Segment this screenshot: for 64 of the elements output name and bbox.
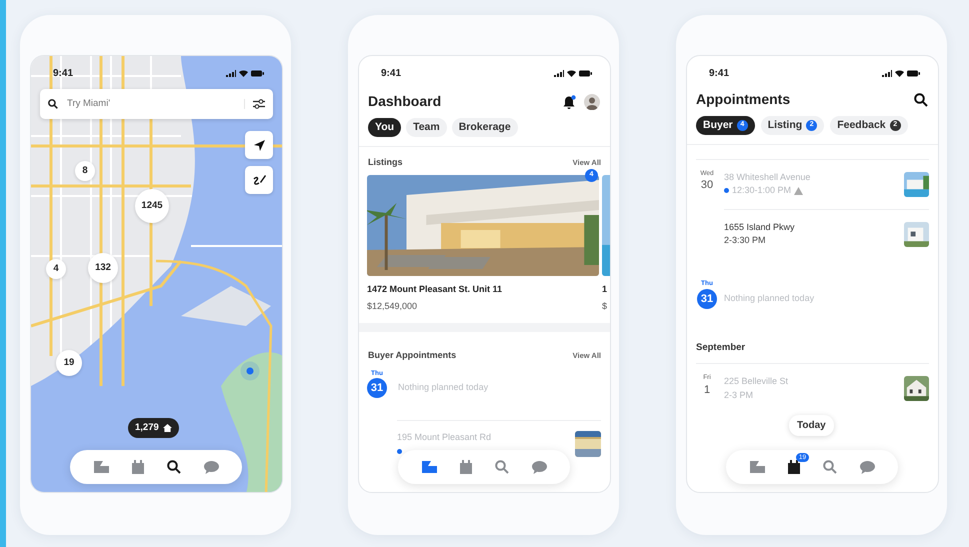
filter-tab[interactable]: You: [368, 118, 402, 137]
date-number: 30: [700, 179, 714, 192]
signal-icon: [226, 70, 236, 76]
blocks-icon[interactable]: [421, 460, 438, 474]
location-dot: [240, 361, 260, 381]
draw-icon: [252, 174, 266, 186]
blocks-icon[interactable]: [749, 460, 766, 474]
empty-message: Nothing planned today: [398, 380, 488, 394]
status-time: 9:41: [53, 66, 74, 80]
month-heading: September: [696, 309, 929, 364]
results-count[interactable]: 1,279: [128, 418, 179, 438]
location-button[interactable]: [245, 131, 273, 159]
battery-icon: [907, 70, 920, 76]
appointment-address: 1655 Island Pkwy: [724, 220, 795, 234]
appointment-address: 225 Belleville St: [724, 375, 788, 388]
screen-title: Appointments: [696, 90, 790, 109]
house-icon: [162, 424, 172, 432]
screen-title: Dashboard: [368, 92, 442, 111]
signal-icon: [554, 70, 564, 76]
status-time: 9:41: [381, 66, 402, 80]
count-text: 1,279: [135, 421, 159, 435]
chat-icon[interactable]: [532, 460, 547, 474]
tab-label: Feedback: [837, 119, 886, 132]
listing-title: 1: [602, 283, 608, 296]
listing-price: $12,549,000: [367, 300, 418, 313]
status-time: 9:41: [709, 66, 730, 80]
date-number: 31: [697, 289, 717, 310]
sliders-icon: [253, 99, 265, 109]
date-number: 1: [704, 384, 710, 398]
chat-icon[interactable]: [860, 460, 875, 474]
wifi-icon: [239, 70, 248, 76]
filter-tab[interactable]: Team: [406, 118, 447, 137]
arrow-icon: [254, 140, 264, 150]
blocks-icon[interactable]: [93, 460, 110, 474]
tab-label: Listing: [768, 119, 802, 132]
battery-icon: [579, 70, 592, 76]
signal-icon: [882, 70, 892, 76]
empty-message: Nothing planned today: [724, 292, 816, 305]
listing-title: 1472 Mount Pleasant St. Unit 11: [367, 283, 504, 296]
calendar-icon[interactable]: [788, 460, 800, 474]
search-icon[interactable]: [166, 460, 181, 474]
listing-price: $: [602, 300, 608, 313]
section-heading: Buyer Appointments: [368, 349, 456, 362]
search-bar[interactable]: Try Miami': [40, 89, 273, 119]
search-icon[interactable]: [914, 92, 928, 106]
wifi-icon: [895, 70, 904, 76]
filter-tab[interactable]: Brokerage: [452, 118, 518, 137]
search-field[interactable]: Try Miami': [65, 96, 237, 112]
appointment-address: 195 Mount Pleasant Rd: [397, 431, 492, 444]
date-number: 31: [367, 378, 387, 398]
appointment-time: 12:30-1:00 PM: [732, 184, 792, 198]
wifi-icon: [567, 70, 576, 76]
appointment-time: 2-3 PM: [724, 388, 754, 402]
today-button[interactable]: Today: [789, 415, 834, 436]
avatar[interactable]: [584, 94, 600, 110]
search-icon: [48, 99, 58, 109]
appointment-address: 38 Whiteshell Avenue: [724, 170, 810, 184]
bell-icon[interactable]: [563, 94, 576, 108]
draw-button[interactable]: [245, 166, 273, 194]
filter-button[interactable]: [244, 99, 265, 109]
tab-label: Buyer: [703, 119, 733, 132]
chat-icon[interactable]: [204, 460, 219, 474]
appointment-time: 2-3:30 PM: [724, 234, 766, 248]
section-heading: Listings: [368, 156, 403, 169]
